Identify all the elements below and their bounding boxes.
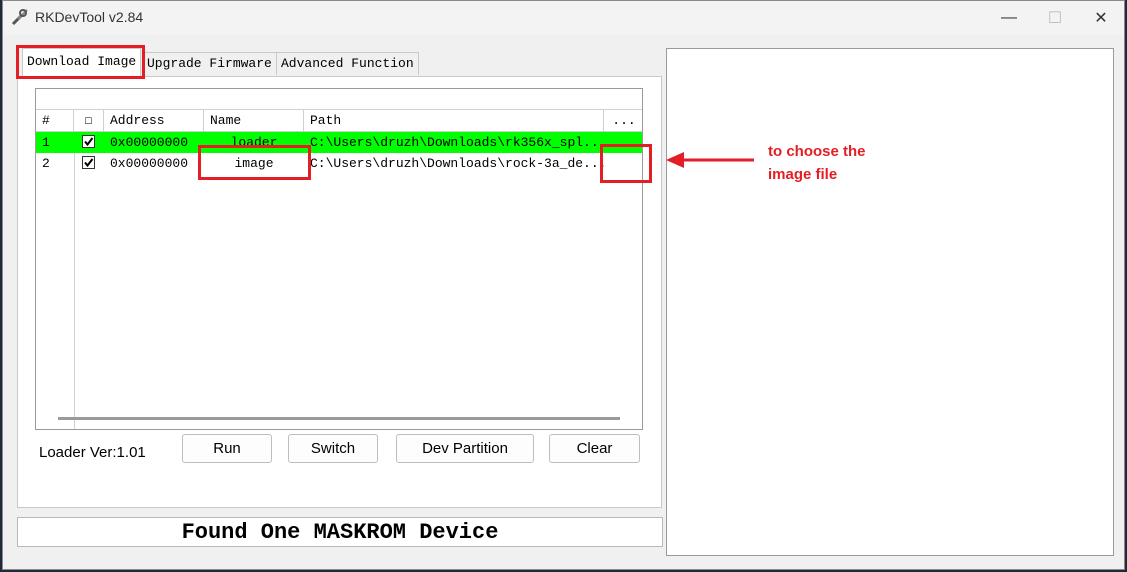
- log-output-pane[interactable]: [666, 48, 1114, 556]
- row-gutter: [36, 132, 75, 429]
- highlight-download-image-tab: [16, 45, 145, 79]
- table-top-strip: [36, 89, 642, 110]
- row-address[interactable]: 0x00000000: [104, 153, 204, 174]
- row-checkbox[interactable]: [74, 132, 104, 153]
- highlight-image-name: [198, 145, 311, 180]
- row-path[interactable]: C:\Users\druzh\Downloads\rk356x_spl...: [304, 132, 604, 153]
- status-bar: Found One MASKROM Device: [17, 517, 663, 547]
- table-row[interactable]: 2 0x00000000 image C:\Users\druzh\Downlo…: [36, 153, 642, 174]
- horizontal-scrollbar[interactable]: [58, 417, 620, 420]
- run-button[interactable]: Run: [182, 434, 272, 463]
- row-checkbox[interactable]: [74, 153, 104, 174]
- minimize-button[interactable]: —: [986, 1, 1032, 35]
- row-path[interactable]: C:\Users\druzh\Downloads\rock-3a_de...: [304, 153, 604, 174]
- header-browse[interactable]: ...: [604, 110, 642, 132]
- arrow-left-icon: [666, 152, 754, 168]
- header-path[interactable]: Path: [304, 110, 604, 132]
- tab-advanced-function[interactable]: Advanced Function: [276, 52, 419, 75]
- row-address[interactable]: 0x00000000: [104, 132, 204, 153]
- window-title: RKDevTool v2.84: [35, 9, 144, 25]
- image-list-table[interactable]: # ☐ Address Name Path ... 1 0x00000000 l…: [35, 88, 643, 430]
- close-button[interactable]: ✕: [1078, 1, 1124, 35]
- dev-partition-button[interactable]: Dev Partition: [396, 434, 534, 463]
- header-address[interactable]: Address: [104, 110, 204, 132]
- table-row[interactable]: 1 0x00000000 loader C:\Users\druzh\Downl…: [36, 132, 642, 153]
- annotation-line-2: image file: [768, 166, 838, 183]
- checkbox-checked-icon[interactable]: [82, 156, 95, 169]
- row-number: 1: [36, 132, 74, 153]
- maximize-button[interactable]: ☐: [1032, 1, 1078, 35]
- annotation-text: to choose the image file: [768, 140, 866, 186]
- switch-button[interactable]: Switch: [288, 434, 378, 463]
- header-select-all[interactable]: ☐: [74, 110, 104, 132]
- highlight-browse-cell: [600, 144, 652, 183]
- checkbox-checked-icon[interactable]: [82, 135, 95, 148]
- clear-button[interactable]: Clear: [549, 434, 640, 463]
- title-bar[interactable]: RKDevTool v2.84 — ☐ ✕: [3, 1, 1124, 35]
- row-number: 2: [42, 156, 50, 171]
- tools-icon: [11, 9, 28, 26]
- tab-upgrade-firmware[interactable]: Upgrade Firmware: [142, 52, 277, 75]
- annotation-line-1: to choose the: [768, 143, 866, 160]
- header-name[interactable]: Name: [204, 110, 304, 132]
- loader-version: Loader Ver:1.01: [39, 444, 146, 461]
- header-number[interactable]: #: [36, 110, 74, 132]
